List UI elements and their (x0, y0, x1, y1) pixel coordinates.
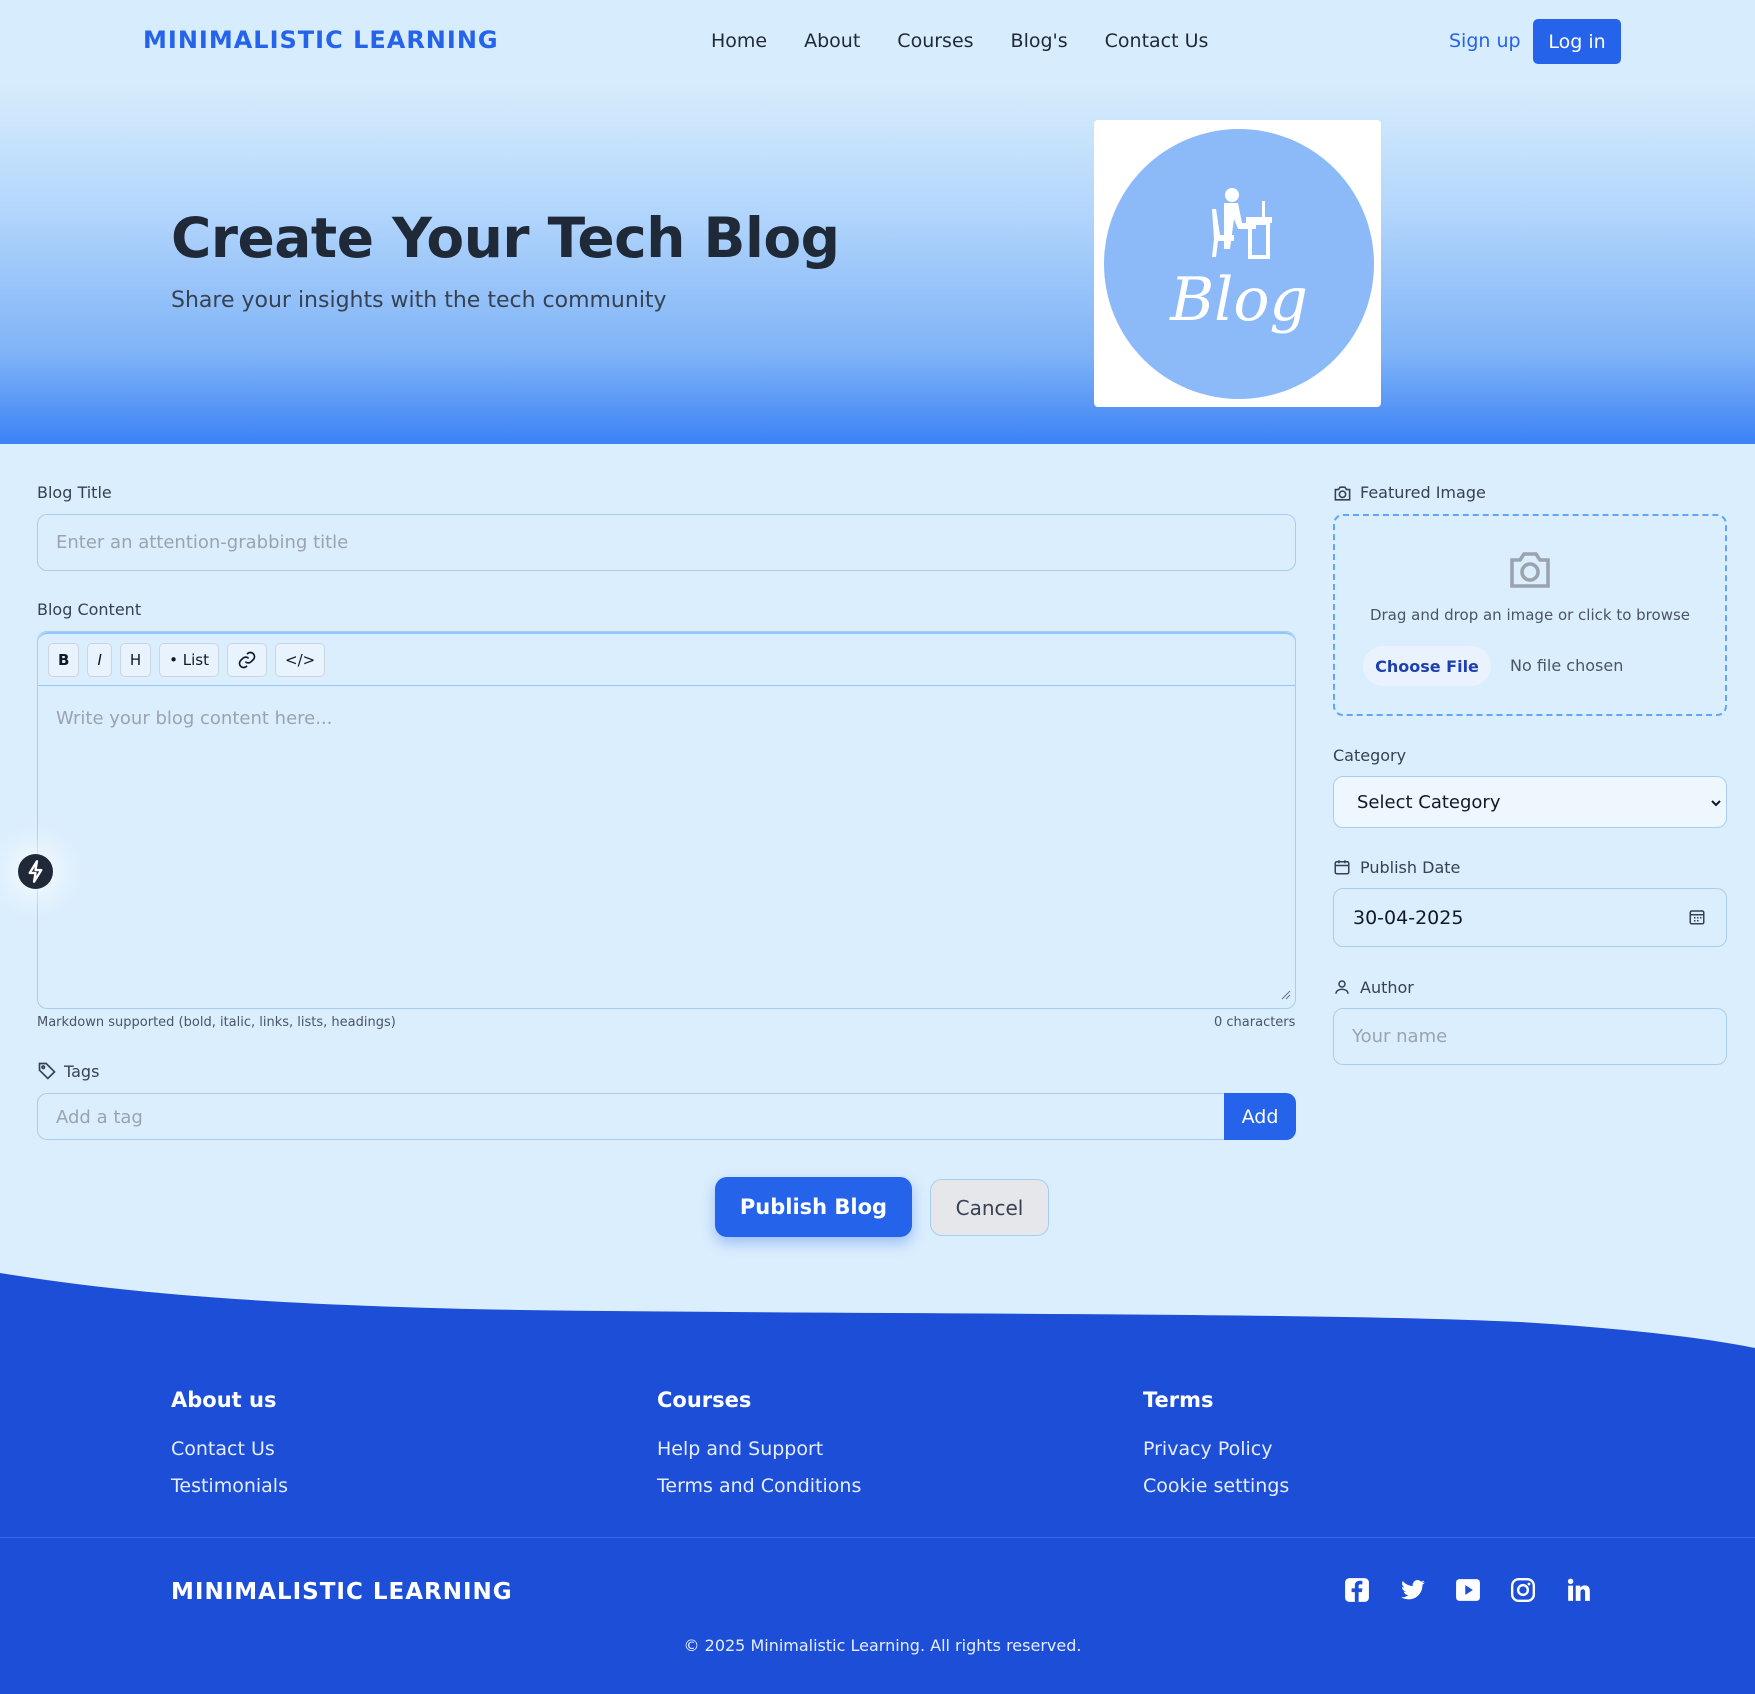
footer-link-privacy[interactable]: Privacy Policy (1143, 1438, 1272, 1460)
main-nav: Home About Courses Blog's Contact Us (711, 30, 1245, 52)
footer: About us Contact Us Testimonials Courses… (0, 1260, 1755, 1694)
footer-about-title: About us (171, 1388, 277, 1412)
camera-upload-icon (1510, 552, 1550, 588)
tags-label: Tags (64, 1062, 100, 1081)
footer-link-contact[interactable]: Contact Us (171, 1438, 275, 1460)
author-placeholder: Your name (1352, 1026, 1448, 1047)
char-count: 0 characters (1214, 1015, 1296, 1030)
nav-home[interactable]: Home (711, 30, 767, 52)
link-button[interactable] (227, 642, 267, 677)
floating-action-button[interactable] (18, 854, 53, 889)
publish-date-value: 30-04-2025 (1353, 907, 1464, 929)
page-subtitle: Share your insights with the tech commun… (171, 288, 667, 313)
blog-content-editor[interactable]: B I H • List </> Write your blog content… (37, 631, 1296, 1009)
footer-divider (0, 1537, 1755, 1538)
publish-button[interactable]: Publish Blog (715, 1177, 912, 1237)
cancel-button[interactable]: Cancel (930, 1179, 1049, 1236)
featured-image-label: Featured Image (1360, 483, 1486, 502)
nav-contact[interactable]: Contact Us (1105, 30, 1209, 52)
youtube-icon[interactable] (1455, 1577, 1481, 1603)
hero-section: Create Your Tech Blog Share your insight… (0, 84, 1755, 444)
footer-link-cookies[interactable]: Cookie settings (1143, 1475, 1289, 1497)
link-icon (238, 651, 256, 668)
nav-blogs[interactable]: Blog's (1011, 30, 1068, 52)
footer-link-terms-conditions[interactable]: Terms and Conditions (657, 1475, 861, 1497)
blog-badge: Blog (1104, 129, 1374, 399)
instagram-icon[interactable] (1510, 1577, 1536, 1603)
image-dropzone[interactable]: Drag and drop an image or click to brows… (1333, 514, 1727, 716)
category-select[interactable]: Select Category (1333, 776, 1727, 828)
brand-logo[interactable]: MINIMALISTIC LEARNING (143, 26, 499, 54)
camera-icon (1334, 486, 1351, 501)
footer-terms-title: Terms (1143, 1388, 1214, 1412)
top-navbar: MINIMALISTIC LEARNING Home About Courses… (0, 0, 1755, 84)
signup-link[interactable]: Sign up (1449, 30, 1521, 52)
italic-button[interactable]: I (87, 642, 112, 677)
publish-date-input[interactable]: 30-04-2025 (1333, 888, 1727, 947)
bold-button[interactable]: B (48, 642, 80, 677)
dropzone-text: Drag and drop an image or click to brows… (1369, 606, 1691, 624)
blog-title-label: Blog Title (37, 483, 112, 502)
resize-handle-icon[interactable] (1281, 990, 1291, 1000)
lightning-icon (28, 860, 43, 883)
page-title: Create Your Tech Blog (171, 206, 840, 270)
blog-title-placeholder: Enter an attention-grabbing title (56, 532, 349, 553)
footer-courses-title: Courses (657, 1388, 752, 1412)
list-button[interactable]: • List (159, 642, 219, 677)
publish-date-label: Publish Date (1360, 858, 1461, 877)
linkedin-icon[interactable] (1566, 1577, 1592, 1603)
nav-about[interactable]: About (804, 30, 860, 52)
calendar-icon (1334, 860, 1350, 875)
facebook-icon[interactable] (1344, 1577, 1370, 1603)
footer-link-testimonials[interactable]: Testimonials (171, 1475, 288, 1497)
editor-toolbar: B I H • List </> (38, 632, 1295, 686)
hero-image: Blog (1094, 120, 1381, 407)
nav-courses[interactable]: Courses (897, 30, 973, 52)
no-file-text: No file chosen (1510, 656, 1624, 675)
blog-wordmark: Blog (1170, 265, 1308, 335)
date-picker-icon[interactable] (1688, 908, 1706, 926)
blog-title-input[interactable]: Enter an attention-grabbing title (37, 514, 1296, 571)
heading-button[interactable]: H (119, 642, 152, 677)
blog-content-label: Blog Content (37, 600, 142, 619)
user-icon (1335, 980, 1349, 994)
markdown-note: Markdown supported (bold, italic, links,… (37, 1015, 396, 1030)
code-button[interactable]: </> (275, 642, 326, 677)
chevron-down-icon (1711, 800, 1721, 807)
copyright-text: © 2025 Minimalistic Learning. All rights… (683, 1636, 1082, 1655)
footer-brand: MINIMALISTIC LEARNING (171, 1579, 513, 1605)
blog-content-placeholder: Write your blog content here... (56, 708, 333, 729)
tag-input[interactable]: Add a tag (37, 1093, 1225, 1140)
tag-placeholder: Add a tag (56, 1107, 143, 1128)
login-button[interactable]: Log in (1533, 19, 1621, 64)
author-label: Author (1360, 978, 1414, 997)
add-tag-button[interactable]: Add (1224, 1093, 1296, 1140)
footer-link-help[interactable]: Help and Support (657, 1438, 823, 1460)
choose-file-button[interactable]: Choose File (1363, 646, 1491, 686)
category-label: Category (1333, 746, 1407, 765)
author-input[interactable]: Your name (1333, 1008, 1727, 1065)
writer-at-desk-icon (1212, 188, 1272, 259)
tag-icon (38, 1062, 56, 1080)
twitter-icon[interactable] (1400, 1577, 1426, 1603)
category-value: Select Category (1357, 792, 1501, 813)
